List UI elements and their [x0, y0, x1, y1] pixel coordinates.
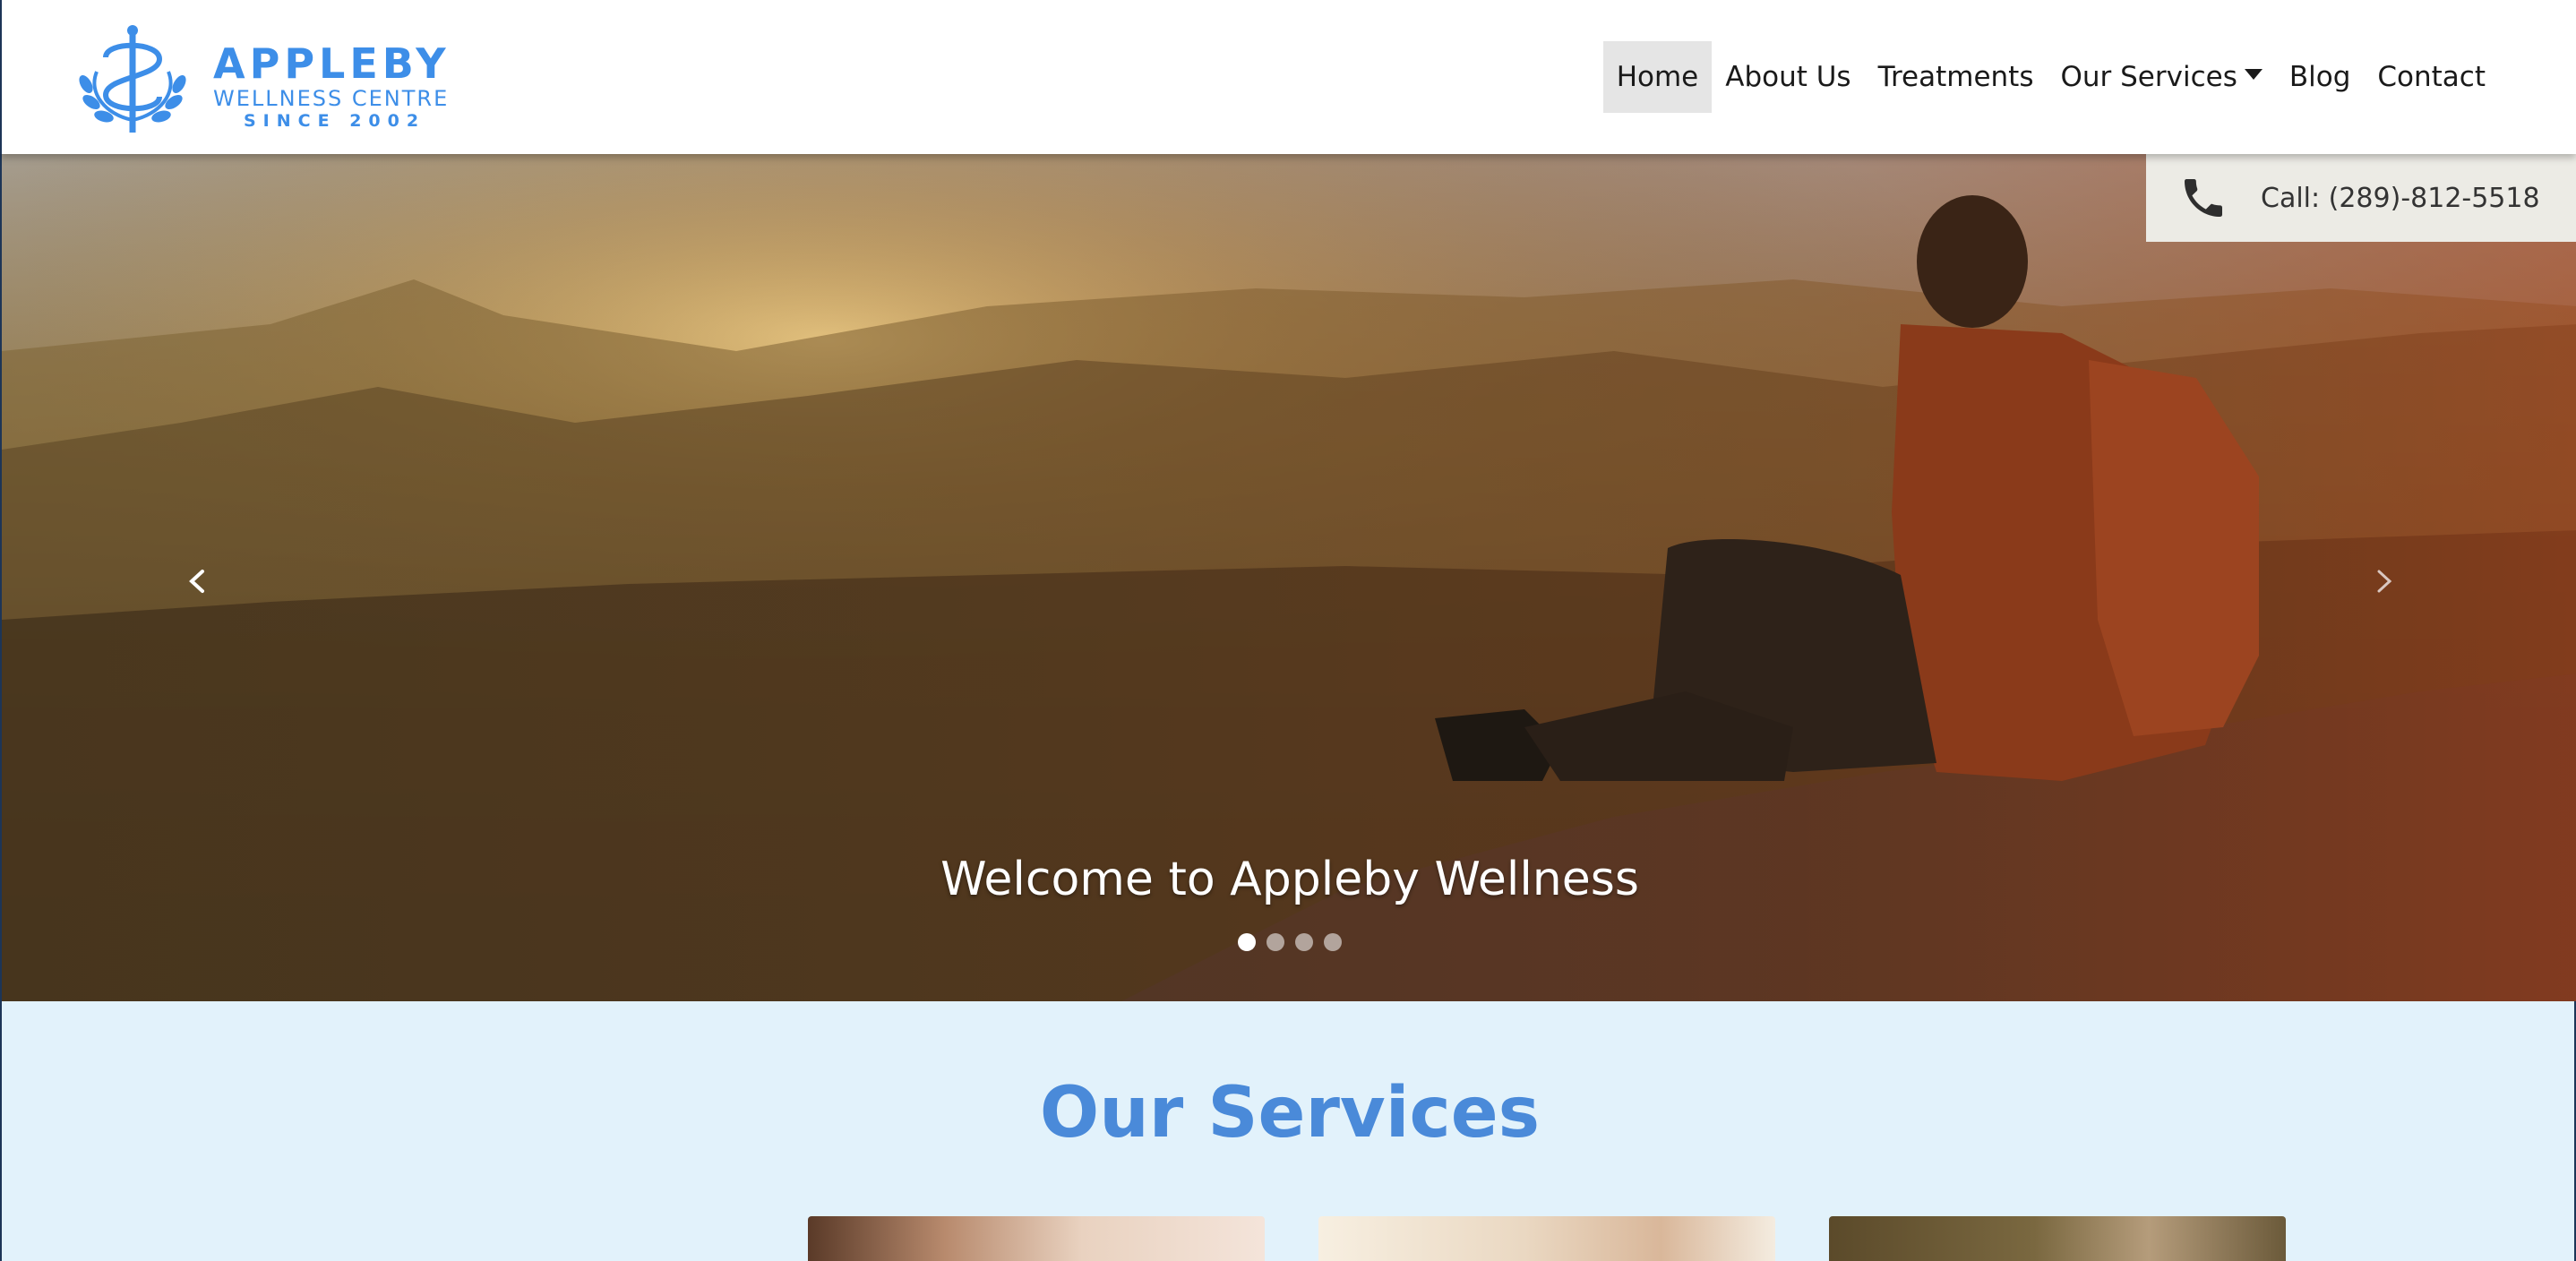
- nav-treatments[interactable]: Treatments: [1865, 41, 2048, 113]
- nav-home[interactable]: Home: [1602, 41, 1713, 113]
- nav-about-us-label: About Us: [1725, 61, 1851, 93]
- service-card-1-image[interactable]: [808, 1216, 1265, 1261]
- site-logo[interactable]: APPLEBY WELLNESS CENTRE SINCE 2002: [70, 21, 455, 134]
- nav-our-services-dropdown[interactable]: Our Services: [2047, 41, 2275, 113]
- nav-blog-label: Blog: [2288, 61, 2351, 93]
- call-box[interactable]: Call: (289)-812-5518: [2146, 154, 2576, 242]
- nav-contact-label: Contact: [2377, 61, 2486, 93]
- phone-icon: [2185, 179, 2222, 217]
- logo-since: SINCE 2002: [244, 111, 426, 131]
- hero-caption: Welcome to Appleby Wellness: [940, 853, 1639, 906]
- logo-subtitle: WELLNESS CENTRE: [213, 86, 450, 111]
- logo-wordmark: APPLEBY WELLNESS CENTRE SINCE 2002: [213, 41, 451, 131]
- chevron-left-icon[interactable]: [179, 559, 215, 604]
- carousel-dot-3[interactable]: [1295, 933, 1313, 951]
- services-section: Our Services: [0, 1001, 2576, 1261]
- nav-about-us[interactable]: About Us: [1712, 41, 1864, 113]
- main-nav: Home About Us Treatments Our Services Bl…: [1602, 41, 2499, 113]
- carousel-dot-4[interactable]: [1324, 933, 1342, 951]
- nav-contact[interactable]: Contact: [2364, 41, 2499, 113]
- site-header: APPLEBY WELLNESS CENTRE SINCE 2002 Home …: [0, 0, 2576, 154]
- chevron-right-icon[interactable]: [2366, 559, 2402, 604]
- carousel-dot-2[interactable]: [1267, 933, 1284, 951]
- services-title: Our Services: [1039, 1073, 1541, 1154]
- caduceus-logo-icon: [79, 25, 186, 133]
- logo-name: APPLEBY: [213, 39, 451, 88]
- service-card-3-image[interactable]: [1829, 1216, 2286, 1261]
- carousel-dot-1[interactable]: [1238, 933, 1256, 951]
- nav-our-services-label: Our Services: [2060, 61, 2237, 93]
- caret-down-icon: [2244, 69, 2263, 80]
- nav-blog[interactable]: Blog: [2276, 41, 2365, 113]
- call-phone-number: Call: (289)-812-5518: [2261, 182, 2540, 214]
- carousel-indicators: [1238, 933, 1342, 951]
- service-card-2-image[interactable]: [1318, 1216, 1775, 1261]
- nav-home-label: Home: [1616, 61, 1699, 93]
- hero-carousel: Call: (289)-812-5518 Welcome to Appleby …: [0, 154, 2576, 1001]
- nav-treatments-label: Treatments: [1877, 61, 2034, 93]
